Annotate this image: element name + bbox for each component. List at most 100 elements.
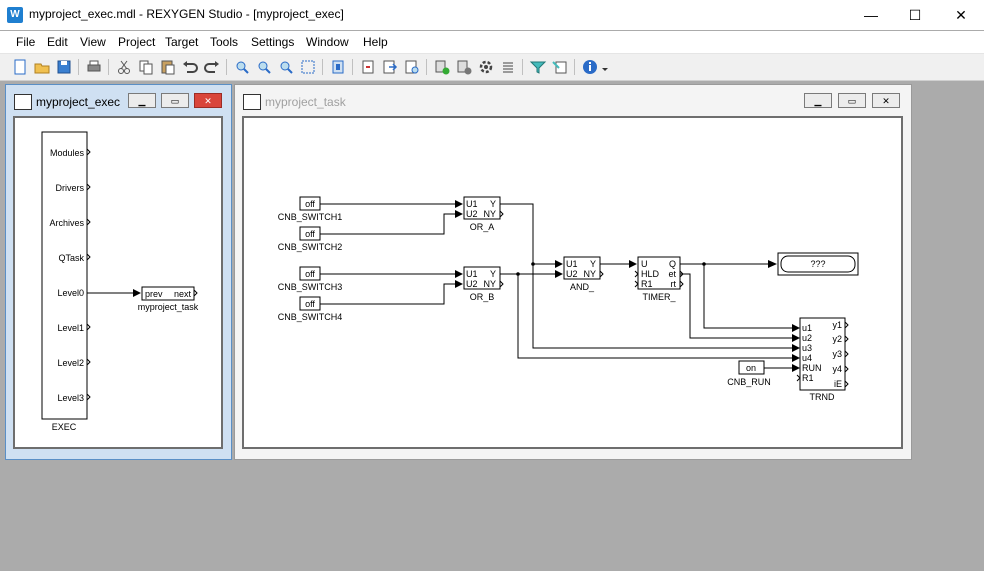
switch-cnb-switch2[interactable]: off CNB_SWITCH2 — [278, 226, 343, 252]
svg-text:U1: U1 — [566, 259, 578, 269]
switch-cnb-run[interactable]: on CNB_RUN — [727, 360, 771, 387]
menu-file[interactable]: File — [16, 35, 35, 49]
menu-view[interactable]: View — [80, 35, 106, 49]
exec-port-modules: Modules — [50, 148, 91, 158]
svg-text:y1: y1 — [832, 320, 842, 330]
exec-minimize-button[interactable]: ▁ — [128, 93, 156, 108]
remove-block-icon[interactable] — [455, 58, 473, 76]
download-icon[interactable] — [359, 58, 377, 76]
svg-text:NY: NY — [483, 279, 496, 289]
open-icon[interactable] — [33, 58, 51, 76]
task-minimize-button[interactable]: ▁ — [804, 93, 832, 108]
upload-icon[interactable] — [381, 58, 399, 76]
copy-icon[interactable] — [137, 58, 155, 76]
block-or-a[interactable]: U1 U2 Y NY OR_A — [463, 196, 504, 232]
info-dropdown-icon[interactable] — [600, 58, 610, 76]
save-icon[interactable] — [55, 58, 73, 76]
svg-text:off: off — [305, 229, 315, 239]
svg-text:U1: U1 — [466, 269, 478, 279]
info-icon[interactable] — [581, 58, 599, 76]
svg-text:Y: Y — [590, 259, 596, 269]
exec-window: myproject_exec ▁ ▭ ✕ EXEC Modules Driver… — [5, 84, 232, 460]
zoom-fit-icon[interactable] — [277, 58, 295, 76]
cut-icon[interactable] — [115, 58, 133, 76]
task-restore-button[interactable]: ▭ — [838, 93, 866, 108]
close-button[interactable]: ✕ — [938, 0, 984, 30]
svg-text:off: off — [305, 299, 315, 309]
block-and[interactable]: U1 U2 Y NY AND_ — [563, 256, 604, 292]
svg-text:Level3: Level3 — [57, 393, 84, 403]
add-block-icon[interactable] — [433, 58, 451, 76]
connect-icon[interactable] — [403, 58, 421, 76]
mdl-file-icon — [243, 94, 261, 110]
svg-text:AND_: AND_ — [570, 282, 595, 292]
svg-text:et: et — [668, 269, 676, 279]
block-or-b[interactable]: U1 U2 Y NY OR_B — [463, 266, 504, 302]
block-trend[interactable]: u1 u2 u3 u4 RUN R1 y1 y2 y3 y4 iE TRND — [796, 317, 849, 402]
svg-text:U1: U1 — [466, 199, 478, 209]
menu-edit[interactable]: Edit — [47, 35, 68, 49]
menu-tools[interactable]: Tools — [210, 35, 238, 49]
menu-project[interactable]: Project — [118, 35, 155, 49]
zoom-in-icon[interactable] — [233, 58, 251, 76]
svg-text:Archives: Archives — [49, 218, 84, 228]
mdl-file-icon — [14, 94, 32, 110]
svg-text:CNB_SWITCH4: CNB_SWITCH4 — [278, 312, 343, 322]
svg-text:RUN: RUN — [802, 363, 822, 373]
minimize-button[interactable]: — — [848, 0, 894, 30]
svg-text:???: ??? — [810, 259, 825, 269]
task-canvas[interactable]: off CNB_SWITCH1 off CNB_SWITCH2 off CNB_… — [242, 116, 903, 449]
settings-icon[interactable] — [477, 58, 495, 76]
menu-help[interactable]: Help — [363, 35, 388, 49]
zoom-out-icon[interactable] — [255, 58, 273, 76]
exec-window-title: myproject_exec — [36, 95, 121, 109]
svg-text:u3: u3 — [802, 343, 812, 353]
exec-port-level0: Level0 — [57, 288, 84, 298]
undo-icon[interactable] — [181, 58, 199, 76]
window-title: myproject_exec.mdl - REXYGEN Studio - [m… — [29, 7, 344, 21]
svg-text:Q: Q — [669, 259, 676, 269]
svg-text:off: off — [305, 269, 315, 279]
exec-restore-button[interactable]: ▭ — [161, 93, 189, 108]
list-icon[interactable] — [499, 58, 517, 76]
exec-canvas[interactable]: EXEC Modules Drivers Archives QTask Leve… — [13, 116, 223, 449]
menu-bar: File Edit View Project Target Tools Sett… — [0, 31, 984, 54]
trend-icon[interactable] — [551, 58, 569, 76]
exec-diagram: EXEC Modules Drivers Archives QTask Leve… — [41, 131, 199, 432]
svg-text:Modules: Modules — [50, 148, 85, 158]
compile-icon[interactable] — [329, 58, 347, 76]
menu-window[interactable]: Window — [306, 35, 349, 49]
switch-cnb-switch3[interactable]: off CNB_SWITCH3 — [278, 266, 343, 292]
svg-text:CNB_SWITCH3: CNB_SWITCH3 — [278, 282, 343, 292]
svg-text:on: on — [746, 363, 756, 373]
maximize-button[interactable]: ☐ — [892, 0, 938, 30]
rexygen-app-icon: W — [7, 7, 23, 23]
title-bar: W myproject_exec.mdl - REXYGEN Studio - … — [0, 0, 984, 30]
svg-text:QTask: QTask — [58, 253, 84, 263]
svg-text:TRND: TRND — [810, 392, 835, 402]
svg-text:y3: y3 — [832, 349, 842, 359]
new-icon[interactable] — [11, 58, 29, 76]
switch-cnb-switch4[interactable]: off CNB_SWITCH4 — [278, 296, 343, 322]
switch-cnb-switch1[interactable]: off CNB_SWITCH1 — [278, 196, 343, 222]
svg-text:u2: u2 — [802, 333, 812, 343]
redo-icon[interactable] — [203, 58, 221, 76]
block-timer[interactable]: U HLD R1 Q et rt TIMER_ — [634, 256, 684, 302]
menu-target[interactable]: Target — [165, 35, 198, 49]
svg-text:iE: iE — [834, 379, 842, 389]
svg-text:NY: NY — [583, 269, 596, 279]
print-icon[interactable] — [85, 58, 103, 76]
svg-text:Drivers: Drivers — [56, 183, 85, 193]
svg-text:Level0: Level0 — [57, 288, 84, 298]
exec-close-button[interactable]: ✕ — [194, 93, 222, 108]
filter-icon[interactable] — [529, 58, 547, 76]
svg-text:NY: NY — [483, 209, 496, 219]
display-block[interactable]: ??? — [777, 252, 859, 276]
exec-block[interactable] — [41, 131, 88, 420]
task-close-button[interactable]: ✕ — [872, 93, 900, 108]
menu-settings[interactable]: Settings — [251, 35, 294, 49]
svg-text:CNB_SWITCH1: CNB_SWITCH1 — [278, 212, 343, 222]
paste-icon[interactable] — [159, 58, 177, 76]
svg-text:U2: U2 — [466, 279, 478, 289]
zoom-select-icon[interactable] — [299, 58, 317, 76]
